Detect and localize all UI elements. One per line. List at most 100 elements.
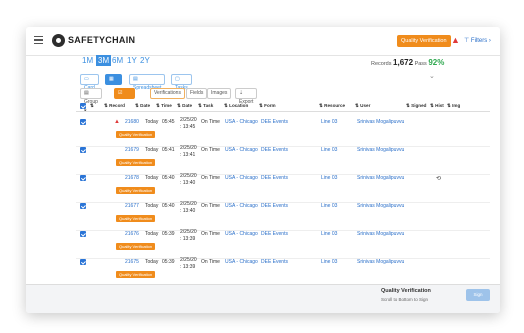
column-header-img[interactable]: ⇅ Img [447, 103, 460, 109]
date-cell: Today [145, 175, 159, 181]
resource-link[interactable]: Line 03 [321, 147, 337, 153]
table-row[interactable]: 21678 Today 05:40 2/25/20: 13:40 On Time USA … [76, 173, 490, 203]
column-header-location[interactable]: ⇅ Location [224, 103, 248, 109]
form-link[interactable]: DEE Events [261, 259, 288, 265]
date2-cell: 2/25/20 [180, 229, 197, 235]
date2-time-cell: : 13:45 [180, 124, 196, 130]
filters-button[interactable]: ⊤ Filters › [464, 37, 491, 44]
quality-verification-pill[interactable]: Quality Verification [116, 131, 156, 138]
record-link[interactable]: 21675 [125, 259, 139, 265]
quality-verification-pill[interactable]: Quality Verification [116, 271, 156, 278]
location-link[interactable]: USA - Chicago [225, 147, 258, 153]
location-link[interactable]: USA - Chicago [225, 259, 258, 265]
user-link[interactable]: Srinivas Mogalipuvvu [357, 175, 404, 181]
column-header-task[interactable]: ⇅ Task [198, 103, 213, 109]
location-link[interactable]: USA - Chicago [225, 119, 258, 125]
location-link[interactable]: USA - Chicago [225, 175, 258, 181]
user-link[interactable]: Srinivas Mogalipuvvu [357, 119, 404, 125]
record-stats: Records 1,672 Pass 92% [371, 58, 444, 67]
resource-link[interactable]: Line 03 [321, 175, 337, 181]
verifications-button[interactable]: Verifications [150, 88, 185, 99]
pass-label: Pass [414, 61, 427, 67]
table-row[interactable]: 21675 Today 05:39 2/25/20: 13:39 On Time USA … [76, 257, 490, 287]
quality-verification-button[interactable]: Quality Verification [397, 35, 451, 47]
record-link[interactable]: 21677 [125, 203, 139, 209]
row-checkbox[interactable] [80, 175, 86, 181]
time-tab-3m[interactable]: 3M [96, 55, 112, 66]
form-link[interactable]: DEE Events [261, 175, 288, 181]
user-link[interactable]: Srinivas Mogalipuvvu [357, 203, 404, 209]
column-header-filter-icon[interactable]: ⇅ [90, 103, 94, 109]
date-cell: Today [145, 147, 159, 153]
footer-title: Quality Verification [381, 288, 431, 294]
view-tab-grid[interactable]: ▦ Grid [105, 74, 123, 91]
verify-button[interactable]: ☑ Verify ▾ [114, 88, 135, 114]
row-checkbox[interactable] [80, 147, 86, 153]
column-header-record[interactable]: ⇅ Record [104, 103, 125, 109]
quality-verification-pill[interactable]: Quality Verification [116, 215, 156, 222]
quality-verification-pill[interactable]: Quality Verification [116, 159, 156, 166]
table-row[interactable]: 21680 Today 05:45 2/25/20: 13:45 On Time USA … [76, 117, 490, 147]
menu-icon[interactable] [34, 36, 43, 45]
location-link[interactable]: USA - Chicago [225, 231, 258, 237]
row-checkbox[interactable] [80, 203, 86, 209]
export-icon: ⇣ [239, 90, 244, 96]
location-link[interactable]: USA - Chicago [225, 203, 258, 209]
row-checkbox[interactable] [80, 231, 86, 237]
record-link[interactable]: 21679 [125, 147, 139, 153]
form-link[interactable]: DEE Events [261, 147, 288, 153]
resource-link[interactable]: Line 03 [321, 203, 337, 209]
row-checkbox[interactable] [80, 119, 86, 125]
user-link[interactable]: Srinivas Mogalipuvvu [357, 259, 404, 265]
table-row[interactable]: 21677 Today 05:40 2/25/20: 13:40 On Time USA … [76, 201, 490, 231]
record-link[interactable]: 21676 [125, 231, 139, 237]
table-row[interactable]: 21679 Today 05:41 2/25/20: 13:41 On Time USA … [76, 145, 490, 175]
time-tab-6m[interactable]: 6M [112, 55, 123, 66]
record-link[interactable]: 21678 [125, 175, 139, 181]
time-tab-1m[interactable]: 1M [82, 55, 93, 66]
column-header-form[interactable]: ⇅ Form [259, 103, 276, 109]
resource-link[interactable]: Line 03 [321, 259, 337, 265]
view-tab-card[interactable]: ▭ Card [80, 74, 99, 91]
quality-verification-pill[interactable]: Quality Verification [116, 243, 156, 250]
row-checkbox[interactable] [80, 259, 86, 265]
column-header-time[interactable]: ⇅ Time [156, 103, 172, 109]
tasks-icon: ▢ [175, 76, 180, 82]
record-link[interactable]: 21680 [125, 119, 139, 125]
view-tab-tasks[interactable]: ▢ Tasks [171, 74, 192, 91]
form-link[interactable]: DEE Events [261, 119, 288, 125]
time-tab-2y[interactable]: 2Y [140, 55, 150, 66]
resource-link[interactable]: Line 03 [321, 231, 337, 237]
view-tab-spreadsheet[interactable]: ▤ Spreadsheet [129, 74, 166, 91]
date2-time-cell: : 13:39 [180, 264, 196, 270]
table-row[interactable]: 21676 Today 05:39 2/25/20: 13:39 On Time USA … [76, 229, 490, 259]
date2-time-cell: : 13:40 [180, 208, 196, 214]
time-tab-1y[interactable]: 1Y [127, 55, 137, 66]
history-icon[interactable]: ⟲ [436, 175, 441, 182]
column-header-date2[interactable]: ⇅ Date [177, 103, 192, 109]
export-button[interactable]: ⇣ Export [235, 88, 258, 105]
column-header-resource[interactable]: ⇅ Resource [319, 103, 345, 109]
column-header-user[interactable]: ⇅ User [355, 103, 370, 109]
images-button[interactable]: Images [207, 88, 232, 99]
quality-verification-pill[interactable]: Quality Verification [116, 187, 156, 194]
fields-button[interactable]: Fields [186, 88, 208, 99]
warning-icon[interactable]: ▲ [451, 35, 460, 46]
group-button[interactable]: ▤ Group ▾ [80, 88, 102, 114]
sign-button[interactable]: Sign [466, 289, 490, 301]
card-icon: ▭ [84, 76, 89, 82]
date-cell: Today [145, 231, 159, 237]
form-link[interactable]: DEE Events [261, 203, 288, 209]
verify-icon: ☑ [118, 90, 123, 96]
task-cell: On Time [201, 175, 220, 181]
resource-link[interactable]: Line 03 [321, 119, 337, 125]
column-header-date[interactable]: ⇅ Date [135, 103, 150, 109]
chevron-down-icon[interactable]: ⌄ [429, 72, 435, 80]
column-header-signed[interactable]: ⇅ Signed [406, 103, 426, 109]
column-header-hist[interactable]: ⇅ Hist [430, 103, 444, 109]
footer-subtitle: Scroll to Bottom to Sign [381, 297, 429, 302]
form-link[interactable]: DEE Events [261, 231, 288, 237]
user-link[interactable]: Srinivas Mogalipuvvu [357, 147, 404, 153]
user-link[interactable]: Srinivas Mogalipuvvu [357, 231, 404, 237]
select-all-checkbox[interactable] [80, 103, 86, 109]
